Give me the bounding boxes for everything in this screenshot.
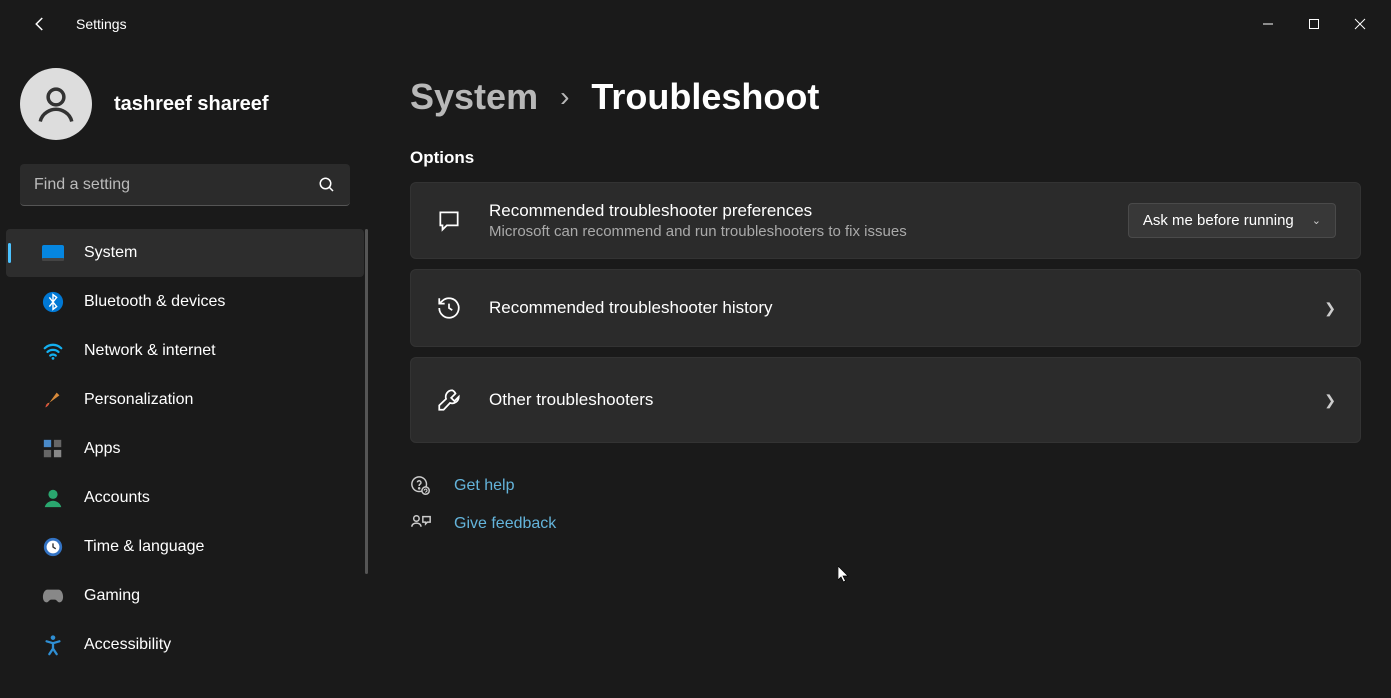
brush-icon [42, 389, 64, 411]
nav-item-personalization[interactable]: Personalization [6, 376, 364, 424]
breadcrumb: System › Troubleshoot [410, 76, 1361, 118]
nav-item-apps[interactable]: Apps [6, 425, 364, 473]
nav-label: System [84, 244, 137, 262]
username: tashreef shareef [114, 93, 269, 116]
system-icon [42, 242, 64, 264]
help-links: Get help Give feedback [410, 475, 1361, 535]
nav-label: Personalization [84, 391, 193, 409]
main-content: System › Troubleshoot Options Recommende… [370, 48, 1391, 698]
chevron-right-icon: ❯ [1324, 300, 1336, 317]
search-container [20, 164, 350, 206]
nav-label: Apps [84, 440, 120, 458]
help-icon [410, 475, 432, 497]
nav-label: Gaming [84, 587, 140, 605]
nav-list: System Bluetooth & devices Network & int… [0, 229, 370, 669]
feedback-icon [410, 513, 432, 535]
window-controls [1245, 8, 1383, 40]
chevron-down-icon: ⌄ [1312, 214, 1321, 227]
nav-item-bluetooth[interactable]: Bluetooth & devices [6, 278, 364, 326]
nav-label: Network & internet [84, 342, 216, 360]
profile[interactable]: tashreef shareef [0, 68, 370, 164]
chevron-right-icon: › [560, 81, 569, 113]
breadcrumb-parent[interactable]: System [410, 76, 538, 118]
card-title: Other troubleshooters [489, 390, 1298, 410]
titlebar: Settings [0, 0, 1391, 48]
wifi-icon [42, 340, 64, 362]
gamepad-icon [42, 585, 64, 607]
card-title: Recommended troubleshooter preferences [489, 201, 1102, 221]
card-title: Recommended troubleshooter history [489, 298, 1298, 318]
card-troubleshooter-preferences: Recommended troubleshooter preferences M… [410, 182, 1361, 259]
nav-item-gaming[interactable]: Gaming [6, 572, 364, 620]
app-title: Settings [76, 16, 127, 32]
minimize-button[interactable] [1245, 8, 1291, 40]
breadcrumb-current: Troubleshoot [591, 76, 819, 118]
preferences-dropdown[interactable]: Ask me before running ⌄ [1128, 203, 1336, 238]
clock-icon [42, 536, 64, 558]
get-help-link[interactable]: Get help [454, 477, 514, 495]
nav-label: Bluetooth & devices [84, 293, 225, 311]
nav-item-system[interactable]: System [6, 229, 364, 277]
back-button[interactable] [20, 4, 60, 44]
give-feedback-link[interactable]: Give feedback [454, 515, 556, 533]
nav-item-time-language[interactable]: Time & language [6, 523, 364, 571]
nav-item-accounts[interactable]: Accounts [6, 474, 364, 522]
card-troubleshooter-history[interactable]: Recommended troubleshooter history ❯ [410, 269, 1361, 347]
nav-label: Accounts [84, 489, 150, 507]
accessibility-icon [42, 634, 64, 656]
close-button[interactable] [1337, 8, 1383, 40]
wrench-icon [435, 386, 463, 414]
avatar [20, 68, 92, 140]
nav-item-network[interactable]: Network & internet [6, 327, 364, 375]
apps-icon [42, 438, 64, 460]
dropdown-value: Ask me before running [1143, 212, 1294, 229]
person-icon [42, 487, 64, 509]
nav-label: Accessibility [84, 636, 171, 654]
maximize-button[interactable] [1291, 8, 1337, 40]
sidebar: tashreef shareef System Bluetooth & devi… [0, 48, 370, 698]
bluetooth-icon [42, 291, 64, 313]
card-other-troubleshooters[interactable]: Other troubleshooters ❯ [410, 357, 1361, 443]
nav-item-accessibility[interactable]: Accessibility [6, 621, 364, 669]
card-subtitle: Microsoft can recommend and run troubles… [489, 223, 1102, 240]
search-icon [318, 176, 336, 194]
nav-label: Time & language [84, 538, 204, 556]
chat-icon [435, 207, 463, 235]
history-icon [435, 294, 463, 322]
search-input[interactable] [20, 164, 350, 206]
section-options-label: Options [410, 148, 1361, 168]
chevron-right-icon: ❯ [1324, 392, 1336, 409]
